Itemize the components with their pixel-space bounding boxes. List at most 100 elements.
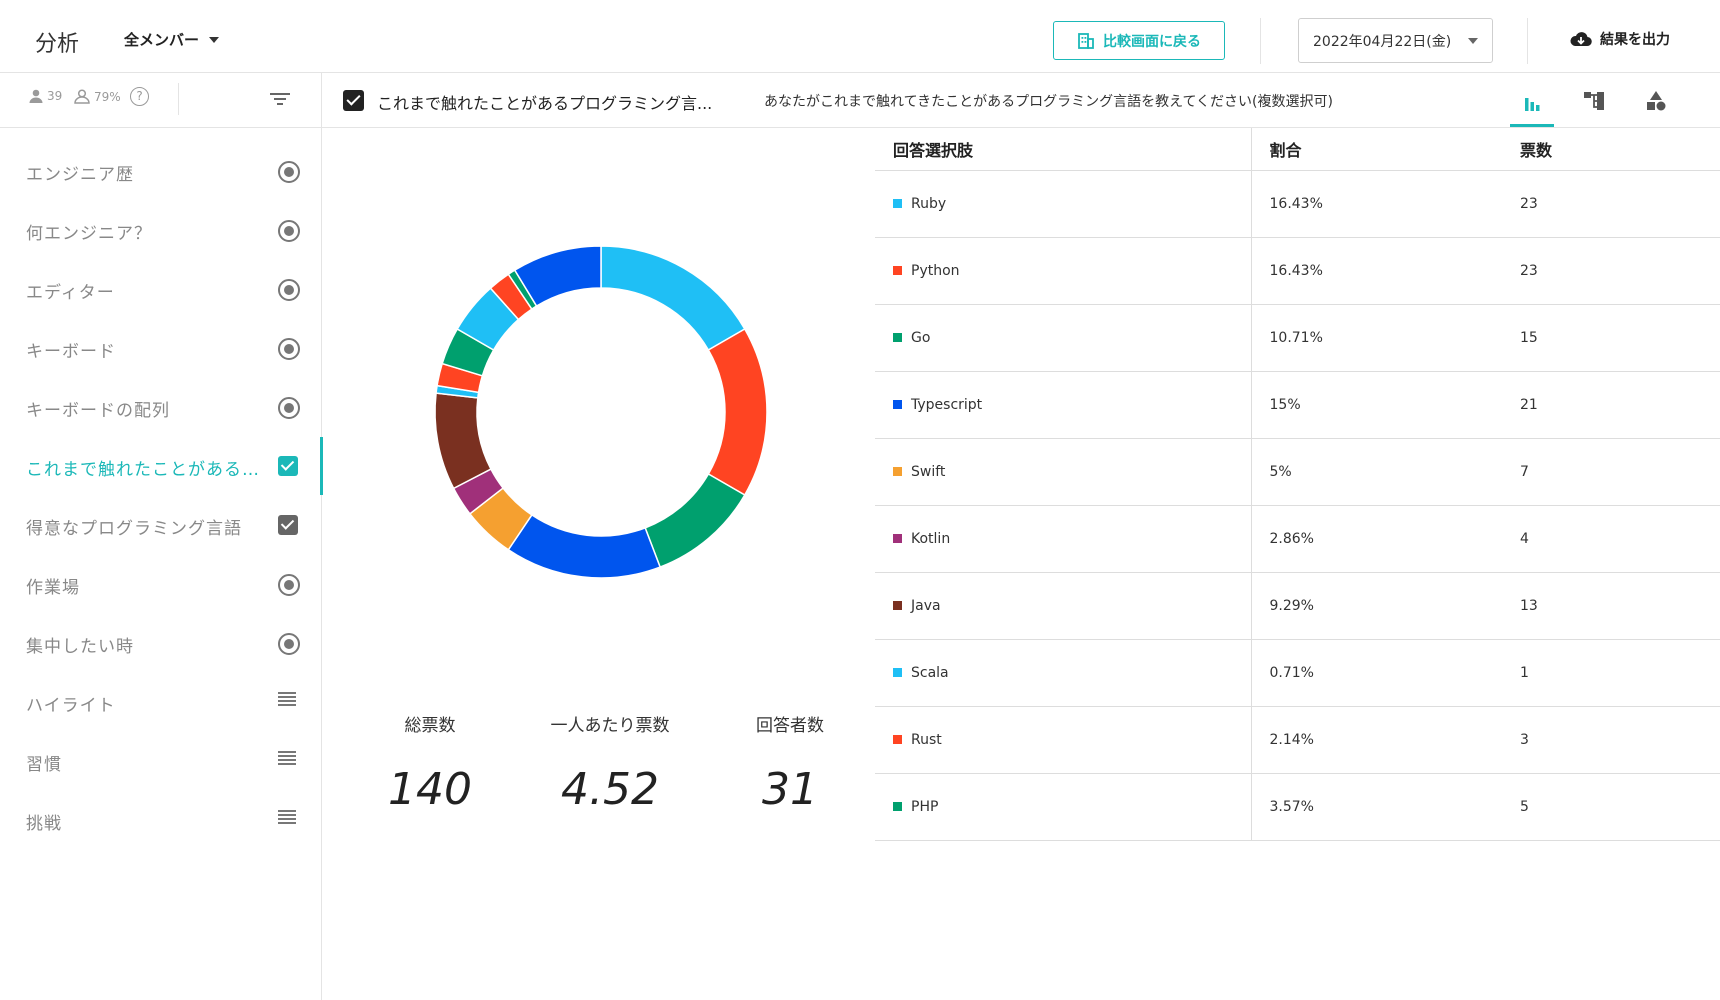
choice-label: Ruby xyxy=(911,195,947,212)
sidebar-item-label: キーボードの配列 xyxy=(26,401,170,421)
sidebar-item-highlight[interactable]: ハイライト xyxy=(0,673,322,731)
legend-swatch xyxy=(893,802,902,811)
date-dropdown[interactable]: 2022年04月22日(金) xyxy=(1298,18,1493,63)
sidebar-item-label: 集中したい時 xyxy=(26,637,134,657)
legend-swatch xyxy=(893,668,902,677)
shapes-view-button[interactable] xyxy=(1634,81,1678,121)
choice-cell: Java xyxy=(875,572,1252,640)
votes-cell: 23 xyxy=(1502,170,1720,238)
legend-swatch xyxy=(893,534,902,543)
donut-slice-go[interactable] xyxy=(644,472,746,569)
choice-cell: Rust xyxy=(875,706,1252,774)
divider xyxy=(1527,18,1528,64)
sidebar-item-engineer-years[interactable]: エンジニア歴 xyxy=(0,142,322,200)
table-row: Scala 0.71% 1 xyxy=(875,639,1720,707)
sidebar-item-label: エディター xyxy=(26,283,115,303)
votes-cell: 4 xyxy=(1502,505,1720,573)
table-row: Java 9.29% 13 xyxy=(875,572,1720,640)
legend-swatch xyxy=(893,400,902,409)
building-icon xyxy=(1078,32,1094,49)
table-row: Go 10.71% 15 xyxy=(875,304,1720,372)
ratio-cell: 9.29% xyxy=(1251,572,1502,640)
stat-label: 回答者数 xyxy=(756,716,824,736)
choice-label: Python xyxy=(911,262,960,279)
bar-chart-view-button[interactable] xyxy=(1510,81,1554,127)
sidebar-item-habit[interactable]: 習慣 xyxy=(0,732,322,790)
shapes-icon xyxy=(1647,91,1666,111)
filter-icon[interactable] xyxy=(270,91,290,107)
choice-cell: Ruby xyxy=(875,170,1252,238)
column-header-votes: 票数 xyxy=(1502,128,1720,171)
choice-cell: Go xyxy=(875,304,1252,372)
choice-cell: Kotlin xyxy=(875,505,1252,573)
radio-icon xyxy=(278,397,300,419)
radio-icon xyxy=(278,633,300,655)
member-filter-label: 全メンバー xyxy=(124,31,200,49)
votes-cell: 3 xyxy=(1502,706,1720,774)
sidebar-item-languages-used[interactable]: これまで触れたことがある… xyxy=(0,437,323,495)
sidebar-item-label: キーボード xyxy=(26,342,116,362)
chevron-down-icon xyxy=(1468,37,1478,44)
stat-label: 総票数 xyxy=(404,716,456,736)
table-row: Swift 5% 7 xyxy=(875,438,1720,506)
legend-swatch xyxy=(893,199,902,208)
donut-slice-java[interactable] xyxy=(434,392,492,490)
member-filter-dropdown[interactable]: 全メンバー xyxy=(124,29,220,50)
sidebar-item-label: 習慣 xyxy=(26,755,62,775)
sidebar-item-keyboard[interactable]: キーボード xyxy=(0,319,322,377)
radio-icon xyxy=(278,338,300,360)
sidebar-item-challenge[interactable]: 挑戦 xyxy=(0,791,322,849)
table-row: PHP 3.57% 5 xyxy=(875,773,1720,841)
divider xyxy=(1260,18,1261,64)
hierarchy-view-button[interactable] xyxy=(1572,81,1616,121)
sidebar-item-keyboard-layout[interactable]: キーボードの配列 xyxy=(0,378,322,436)
response-rate: 79% xyxy=(73,89,121,104)
legend-swatch xyxy=(893,467,902,476)
choice-label: Rust xyxy=(911,731,942,748)
donut-slice-typescript[interactable] xyxy=(507,513,662,579)
stat-total-votes: 総票数 140 xyxy=(345,711,515,815)
stat-value: 31 xyxy=(762,764,818,815)
ratio-cell: 5% xyxy=(1251,438,1502,506)
sidebar-item-label: これまで触れたことがある… xyxy=(26,460,260,480)
votes-cell: 21 xyxy=(1502,371,1720,439)
legend-swatch xyxy=(893,735,902,744)
help-icon[interactable]: ? xyxy=(130,87,149,106)
ratio-cell: 16.43% xyxy=(1251,237,1502,305)
donut-slice-python[interactable] xyxy=(707,327,768,497)
choice-label: Java xyxy=(911,597,941,614)
sidebar-item-focus-time[interactable]: 集中したい時 xyxy=(0,614,322,672)
sidebar-item-favorite-language[interactable]: 得意なプログラミング言語 xyxy=(0,496,322,554)
stat-per-person: 一人あたり票数 4.52 xyxy=(525,711,695,815)
sidebar-item-label: 作業場 xyxy=(26,578,80,598)
compare-back-button[interactable]: 比較画面に戻る xyxy=(1053,21,1225,60)
compare-back-label: 比較画面に戻る xyxy=(1103,33,1201,50)
bar-chart-icon xyxy=(1525,97,1540,111)
stat-value: 140 xyxy=(388,764,472,815)
question-checkbox[interactable] xyxy=(343,90,364,111)
stat-label: 一人あたり票数 xyxy=(550,716,670,736)
sidebar-item-workplace[interactable]: 作業場 xyxy=(0,555,322,613)
table-row: Kotlin 2.86% 4 xyxy=(875,505,1720,573)
choice-label: Go xyxy=(911,329,931,346)
choice-cell: Scala xyxy=(875,639,1252,707)
results-table: 回答選択肢 割合 票数 Ruby 16.43% 23 Python 16.43% 23 Go… xyxy=(875,128,1720,841)
column-header-ratio: 割合 xyxy=(1251,128,1502,171)
votes-cell: 15 xyxy=(1502,304,1720,372)
column-header-choice: 回答選択肢 xyxy=(875,128,1252,171)
table-row: Rust 2.14% 3 xyxy=(875,706,1720,774)
sidebar: 39 79% ? エンジニア歴 何エンジニア？ エディター キーボード キーボー… xyxy=(0,73,323,1000)
text-lines-icon xyxy=(278,692,296,706)
top-bar: 分析 全メンバー 比較画面に戻る 2022年04月22日(金) 結果を出力 xyxy=(0,0,1720,73)
votes-cell: 13 xyxy=(1502,572,1720,640)
sidebar-item-editor[interactable]: エディター xyxy=(0,260,322,318)
donut-slice-ruby[interactable] xyxy=(600,245,746,352)
radio-icon xyxy=(278,220,300,242)
export-button[interactable]: 結果を出力 xyxy=(1570,29,1670,49)
donut-chart xyxy=(434,245,768,579)
checkbox-icon xyxy=(278,515,298,535)
radio-icon xyxy=(278,574,300,596)
person-icon xyxy=(29,89,43,103)
choice-label: PHP xyxy=(911,798,939,815)
sidebar-item-engineer-type[interactable]: 何エンジニア？ xyxy=(0,201,322,259)
